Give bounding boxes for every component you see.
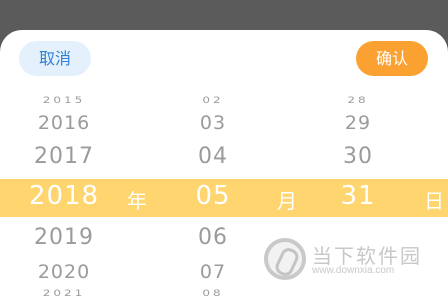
month-wheel[interactable]: 02 03 04 05 06 07 08 [153,30,273,301]
year-option-selected[interactable]: 2018 [4,181,124,211]
day-option[interactable]: 29 [298,112,418,134]
day-option[interactable]: 28 [298,95,418,106]
day-option-selected[interactable]: 31 [298,181,418,211]
watermark: 当下软件园 www.downxia.com [264,238,444,298]
month-option[interactable]: 08 [153,288,273,299]
year-option[interactable]: 2017 [4,144,124,169]
month-option[interactable]: 02 [153,95,273,106]
watermark-logo-icon [264,238,306,280]
watermark-url: www.downxia.com [312,265,395,276]
month-option[interactable]: 03 [153,112,273,134]
year-option[interactable]: 2019 [4,225,124,250]
month-option-selected[interactable]: 05 [153,181,273,211]
year-wheel[interactable]: 2015 2016 2017 2018 2019 2020 2021 [4,30,124,301]
year-unit-label: 年 [127,189,147,213]
year-option[interactable]: 2016 [4,112,124,134]
year-option[interactable]: 2021 [4,288,124,299]
day-option[interactable]: 30 [298,144,418,169]
month-option[interactable]: 07 [153,261,273,283]
month-option[interactable]: 06 [153,225,273,250]
year-option[interactable]: 2015 [4,95,124,106]
month-unit-label: 月 [277,189,297,213]
day-unit-label: 日 [424,189,444,213]
year-option[interactable]: 2020 [4,261,124,283]
month-option[interactable]: 04 [153,144,273,169]
